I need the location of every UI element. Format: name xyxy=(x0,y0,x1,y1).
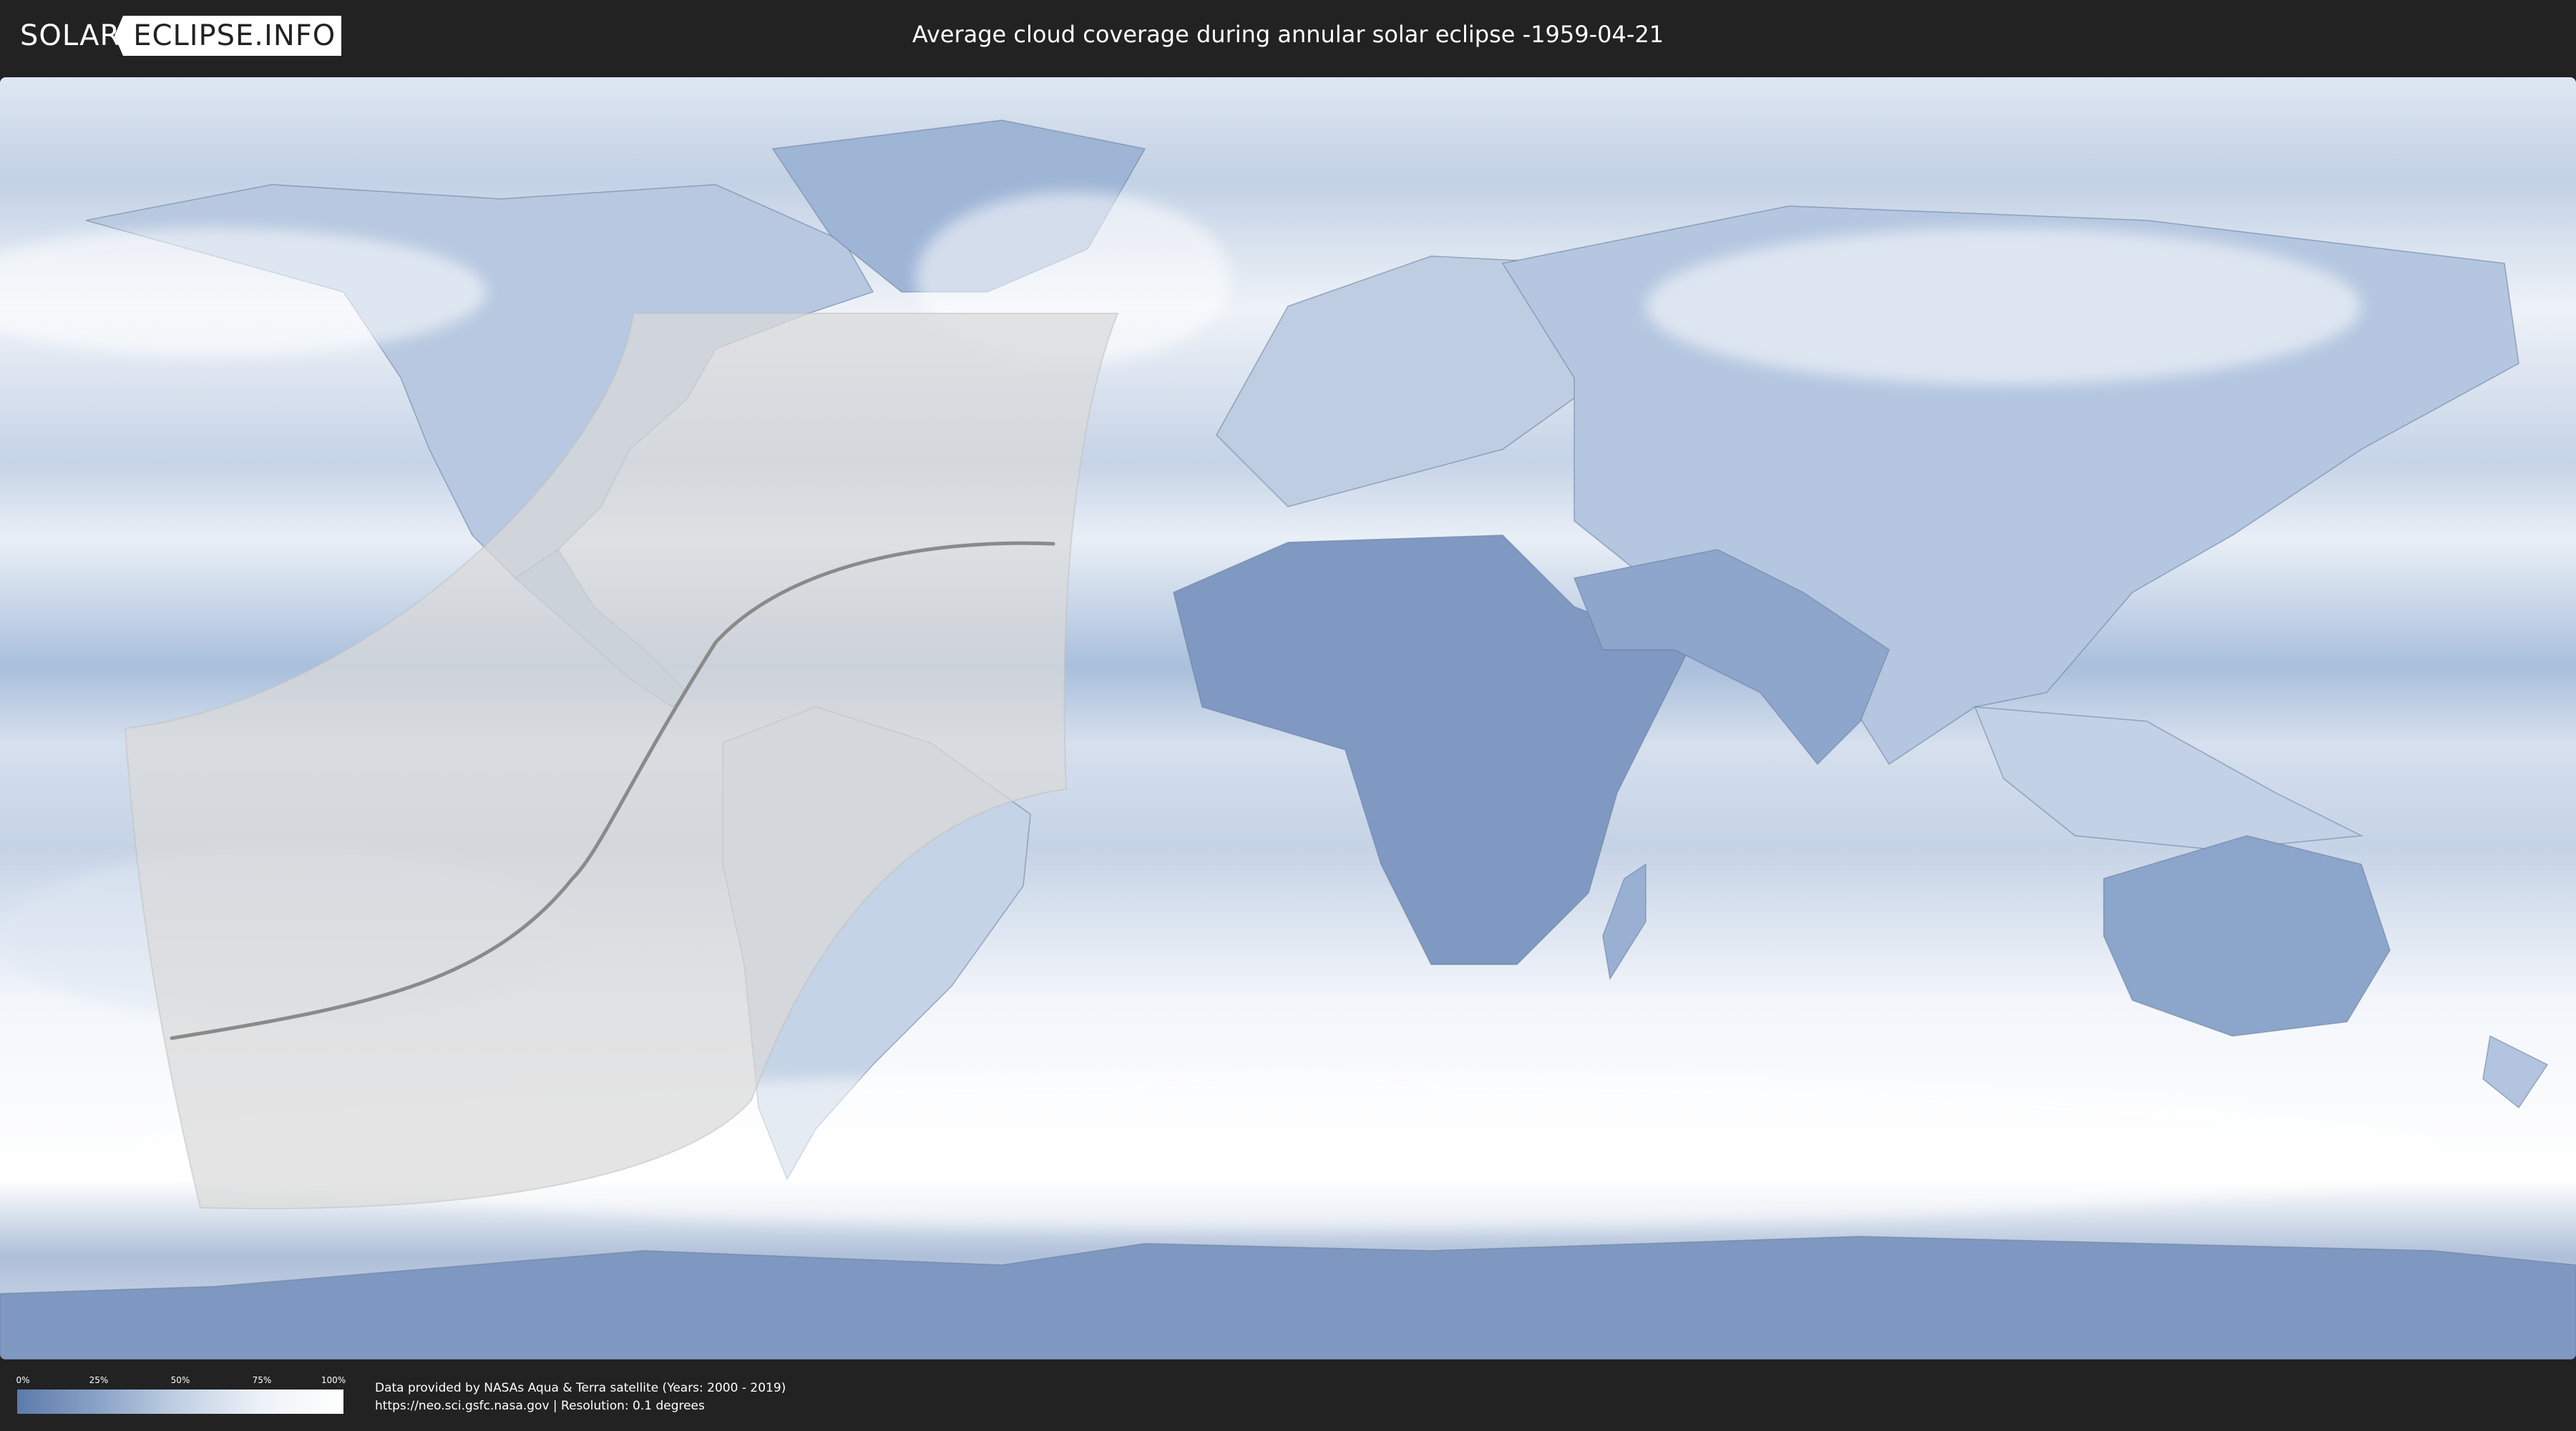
legend-tick-50: 50% xyxy=(170,1375,190,1385)
footer-bar: 0% 25% 50% 75% 100% Data provided by NAS… xyxy=(0,1359,2576,1431)
legend-tick-100: 100% xyxy=(321,1375,346,1385)
credits-link[interactable]: https://neo.sci.gsfc.nasa.gov | Resoluti… xyxy=(375,1397,786,1415)
data-credits: Data provided by NASAs Aqua & Terra sate… xyxy=(375,1379,786,1415)
legend-gradient-bar xyxy=(17,1390,343,1414)
legend-tick-25: 25% xyxy=(89,1375,109,1385)
legend-tick-0: 0% xyxy=(16,1375,30,1385)
cloud-patch-siberia xyxy=(1646,228,2361,385)
page-title: Average cloud coverage during annular so… xyxy=(912,21,1664,48)
cloud-coverage-map xyxy=(0,77,2576,1359)
header-bar: SOLAR ECLIPSE.INFO Average cloud coverag… xyxy=(0,0,2576,72)
credits-source: Data provided by NASAs Aqua & Terra sate… xyxy=(375,1381,786,1395)
world-map-svg xyxy=(0,77,2576,1359)
legend-tick-75: 75% xyxy=(252,1375,272,1385)
